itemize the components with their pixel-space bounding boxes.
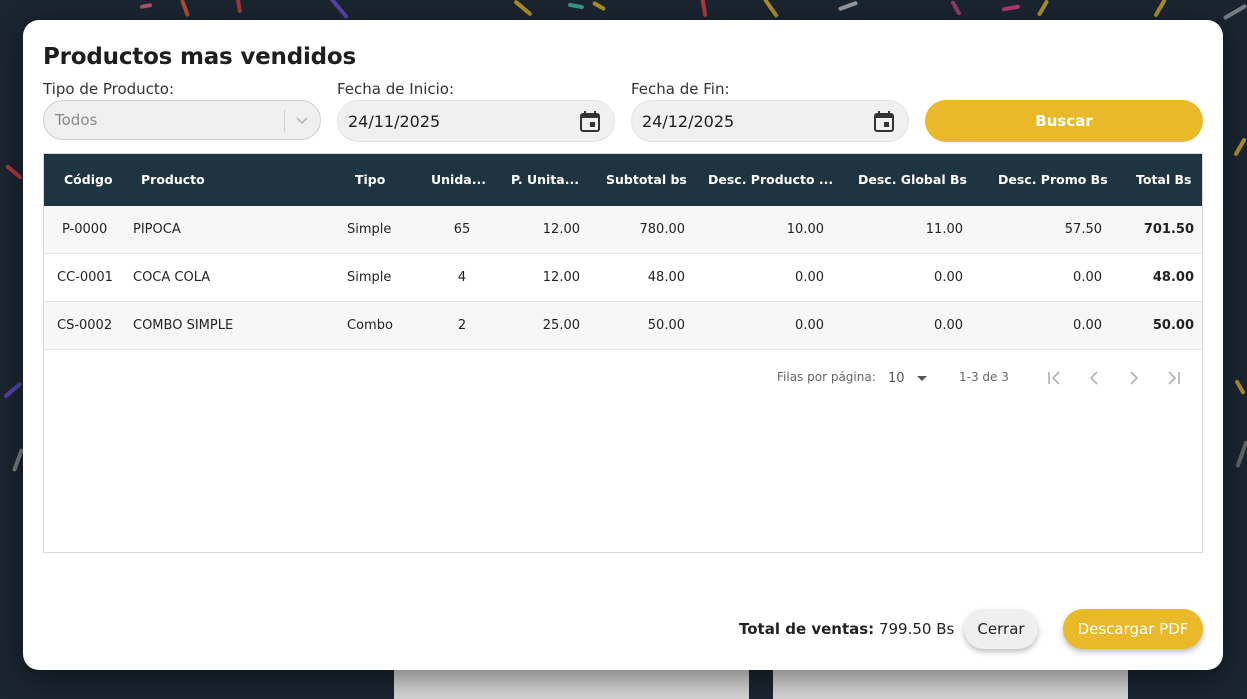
tipo-producto-label: Tipo de Producto: [43,80,175,98]
cell-p-unitario: 25.00 [542,318,580,333]
table-header: Código Producto Tipo Unida... P. Unita..… [44,154,1202,206]
cell-desc-producto: 0.00 [795,270,824,285]
cell-total: 50.00 [1152,318,1194,333]
cell-desc-promo: 0.00 [1073,270,1102,285]
cell-subtotal: 48.00 [647,270,685,285]
productos-modal: Productos mas vendidos Tipo de Producto:… [23,20,1223,670]
column-header[interactable]: Tipo [355,154,385,206]
cerrar-button[interactable]: Cerrar [964,609,1038,649]
dropdown-caret-icon[interactable] [917,376,927,381]
cell-codigo: P-0000 [62,222,108,237]
column-header[interactable]: Desc. Promo Bs [998,154,1108,206]
cell-desc-producto: 10.00 [786,222,824,237]
table-row[interactable]: CS-0002 COMBO SIMPLE Combo 2 25.00 50.00… [44,302,1202,350]
fecha-fin-input[interactable]: 24/12/2025 [631,100,909,142]
select-separator [284,110,285,132]
cell-p-unitario: 12.00 [542,222,580,237]
first-page-icon[interactable] [1044,368,1064,388]
chevron-down-icon[interactable] [292,110,312,130]
pagination-range: 1-3 de 3 [959,370,1009,384]
cell-unidades: 2 [457,318,467,333]
column-header[interactable]: Subtotal bs [606,154,687,206]
cell-codigo: CS-0002 [57,318,113,333]
column-header[interactable]: Desc. Producto ... [708,154,833,206]
pagination: Filas por página: 10 1-3 de 3 [44,368,1202,388]
table-row[interactable]: P-0000 PIPOCA Simple 65 12.00 780.00 10.… [44,206,1202,254]
total-ventas-label: Total de ventas: [739,620,875,638]
calendar-icon[interactable] [874,111,894,132]
cell-producto: COMBO SIMPLE [133,318,234,333]
total-ventas: Total de ventas: 799.50 Bs [739,620,954,638]
calendar-icon[interactable] [580,111,600,132]
cell-producto: COCA COLA [133,270,211,285]
rows-per-page-label: Filas por página: [777,370,876,384]
cell-desc-global: 0.00 [934,270,963,285]
descargar-pdf-button[interactable]: Descargar PDF [1063,609,1203,649]
cell-unidades: 65 [453,222,471,237]
fecha-inicio-label: Fecha de Inicio: [337,80,455,98]
cell-unidades: 4 [457,270,467,285]
cell-codigo: CC-0001 [57,270,113,285]
cell-desc-producto: 0.00 [795,318,824,333]
column-header[interactable]: Producto [141,154,205,206]
total-ventas-value: 799.50 Bs [878,620,955,638]
cell-subtotal: 50.00 [647,318,685,333]
column-header[interactable]: Desc. Global Bs [858,154,967,206]
column-header[interactable]: P. Unita... [511,154,579,206]
cell-subtotal: 780.00 [639,222,686,237]
fecha-inicio-input[interactable]: 24/11/2025 [337,100,615,142]
fecha-inicio-value: 24/11/2025 [348,112,441,131]
prev-page-icon[interactable] [1084,368,1104,388]
products-table: Código Producto Tipo Unida... P. Unita..… [43,153,1203,553]
cell-tipo: Simple [347,270,392,285]
table-row[interactable]: CC-0001 COCA COLA Simple 4 12.00 48.00 0… [44,254,1202,302]
tipo-producto-select[interactable]: Todos [43,100,321,140]
buscar-button[interactable]: Buscar [925,100,1203,142]
cell-total: 48.00 [1152,270,1194,285]
cell-desc-promo: 0.00 [1073,318,1102,333]
cell-producto: PIPOCA [133,222,181,237]
modal-title: Productos mas vendidos [43,44,357,70]
column-header[interactable]: Unida... [431,154,486,206]
last-page-icon[interactable] [1164,368,1184,388]
cell-tipo: Simple [347,222,392,237]
tipo-producto-value: Todos [55,111,98,129]
column-header[interactable]: Código [64,154,113,206]
cell-total: 701.50 [1143,222,1194,237]
cell-p-unitario: 12.00 [542,270,580,285]
column-header[interactable]: Total Bs [1136,154,1191,206]
fecha-fin-value: 24/12/2025 [642,112,735,131]
rows-per-page-select[interactable]: 10 [888,371,905,386]
cell-desc-promo: 57.50 [1064,222,1102,237]
cell-desc-global: 11.00 [925,222,963,237]
cell-desc-global: 0.00 [934,318,963,333]
cell-tipo: Combo [347,318,393,333]
next-page-icon[interactable] [1124,368,1144,388]
fecha-fin-label: Fecha de Fin: [631,80,730,98]
